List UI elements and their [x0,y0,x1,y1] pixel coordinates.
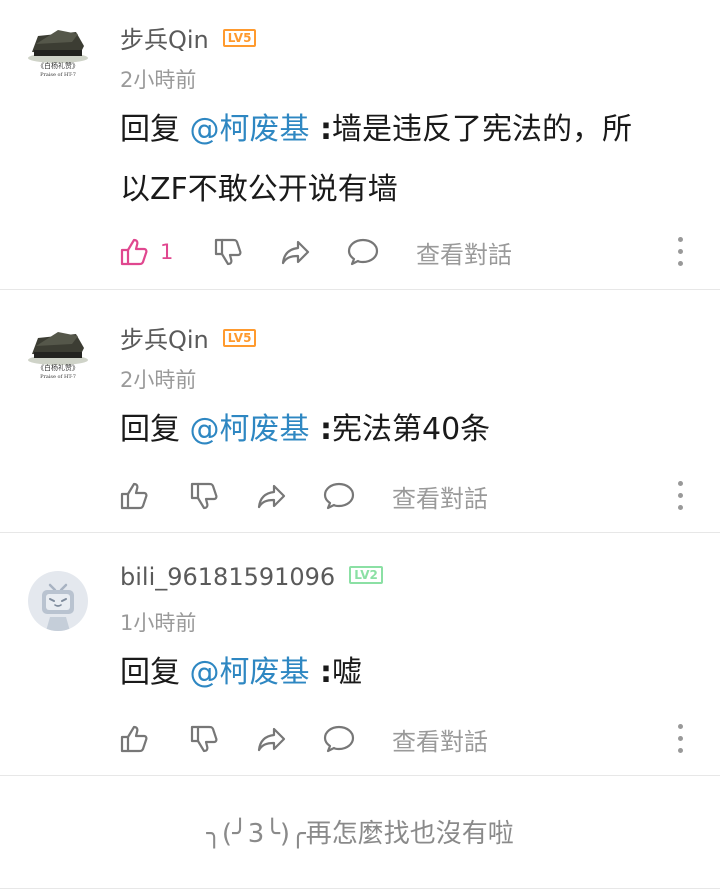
bilibili-tv-icon [42,583,74,631]
avatar-caption: 《白杨礼赞》 [37,364,79,372]
share-icon [257,727,286,752]
thumbs-up-icon [120,482,148,510]
avatar[interactable]: 《白杨礼赞》 Praise of HT-7 [28,324,88,384]
view-conversation-link[interactable]: 查看對話 [392,476,488,516]
like-button[interactable] [118,476,150,516]
comment-button[interactable] [322,476,356,516]
like-button[interactable] [118,719,150,759]
colon: : [309,412,332,447]
username[interactable]: 步兵Qin LV5 [120,20,257,55]
end-of-list-message: ╮(╯3╰)╭再怎麼找也沒有啦 [206,819,514,849]
reply-prefix: 回复 [120,655,190,690]
level-badge: LV5 [222,329,257,347]
comment-text: 回复 @柯废基 :墙是违反了宪法的，所 以ZF不敢公开说有墙 [120,100,700,220]
username[interactable]: bili_96181591096 LV2 [120,563,383,591]
colon: : [309,655,332,690]
comment-item: 《白杨礼赞》 Praise of HT-7 步兵Qin LV5 2小時前 回复 @… [0,0,720,290]
thumbs-down-icon [214,238,242,266]
comment-bubble-icon [323,725,355,753]
text-line-1: 墙是违反了宪法的，所 [332,112,632,147]
action-bar: 查看對話 [0,476,720,516]
avatar[interactable]: 《白杨礼赞》 Praise of HT-7 [28,22,88,82]
tank-icon [28,30,88,63]
username-text[interactable]: bili_96181591096 [120,563,335,591]
mention-link[interactable]: @柯废基 [190,655,310,690]
comment-button[interactable] [346,232,380,272]
text-line-2: 以ZF不敢公开说有墙 [120,172,398,207]
view-conversation-label[interactable]: 查看對話 [392,722,488,757]
text-line-1: 嘘 [332,655,362,690]
comment-button[interactable] [322,719,356,759]
comment-bubble-icon [323,482,355,510]
mention-link[interactable]: @柯废基 [190,112,310,147]
comment-item: bili_96181591096 LV2 1小時前 回复 @柯废基 :嘘 查看對… [0,533,720,776]
share-button[interactable] [280,232,312,272]
like-count: 1 [160,240,174,264]
timestamp: 1小時前 [120,611,197,635]
view-conversation-link[interactable]: 查看對話 [392,719,488,759]
view-conversation-label[interactable]: 查看對話 [416,235,512,270]
view-conversation-label[interactable]: 查看對話 [392,479,488,514]
thumbs-down-icon [190,725,218,753]
comment-bubble-icon [347,238,379,266]
share-icon [257,484,286,509]
thumbs-up-icon [120,238,148,266]
action-bar: 查看對話 [0,719,720,759]
share-button[interactable] [256,476,288,516]
level-badge: LV2 [349,566,383,584]
more-options-icon[interactable] [676,476,684,516]
timestamp: 2小時前 [120,68,197,92]
mention-link[interactable]: @柯废基 [190,412,310,447]
more-options-icon[interactable] [676,232,684,272]
thumbs-down-icon [190,482,218,510]
timestamp: 2小時前 [120,368,197,392]
level-badge: LV5 [222,29,257,47]
comment-item: 《白杨礼赞》 Praise of HT-7 步兵Qin LV5 2小時前 回复 @… [0,290,720,533]
text-line-1: 宪法第40条 [332,412,491,447]
reply-prefix: 回复 [120,112,190,147]
share-button[interactable] [256,719,288,759]
comment-text: 回复 @柯废基 :嘘 [120,643,700,703]
reply-prefix: 回复 [120,412,190,447]
like-button[interactable]: 1 [118,232,173,272]
dislike-button[interactable] [188,719,220,759]
username-text[interactable]: 步兵Qin [120,326,209,354]
bottom-divider [0,888,720,889]
username[interactable]: 步兵Qin LV5 [120,320,257,355]
tank-icon [28,332,88,365]
action-bar: 1 查看對話 [0,232,720,272]
avatar-caption-en: Praise of HT-7 [40,374,76,380]
dislike-button[interactable] [188,476,220,516]
avatar[interactable] [28,571,88,631]
more-options-icon[interactable] [676,719,684,759]
share-icon [281,240,310,265]
username-text[interactable]: 步兵Qin [120,26,209,54]
avatar-caption: 《白杨礼赞》 [37,62,79,70]
avatar-caption-en: Praise of HT-7 [40,72,76,78]
thumbs-up-icon [120,725,148,753]
comment-text: 回复 @柯废基 :宪法第40条 [120,400,700,460]
colon: : [309,112,332,147]
view-conversation-link[interactable]: 查看對話 [416,232,512,272]
dislike-button[interactable] [212,232,244,272]
